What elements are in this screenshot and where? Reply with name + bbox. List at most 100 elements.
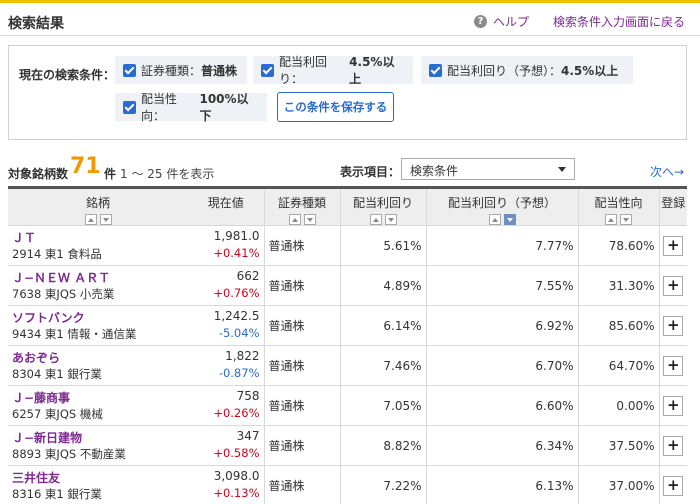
col-header-type: 証券種類 <box>263 186 340 226</box>
stock-cell: Ｊ−藤商事 6257 東JQS 機械 <box>8 385 188 426</box>
price-cell: 1,981.0 +0.41% <box>188 225 264 266</box>
add-to-portfolio-button[interactable]: + <box>663 315 684 336</box>
next-page-link[interactable]: 次へ→ <box>650 163 684 180</box>
checkbox-checked-icon[interactable] <box>123 100 136 114</box>
result-range: 1 ～ 25 件を表示 <box>120 167 215 181</box>
dropdown-arrow-icon <box>558 167 566 172</box>
payout-ratio-cell: 0.00% <box>577 385 659 426</box>
table-row: Ｊ−新日建物 8893 東JQS 不動産業 347 +0.58% 普通株 8.82% 6.3… <box>8 425 687 466</box>
price-change: -0.87% <box>218 366 260 380</box>
condition-chip-dividend-yield-forecast[interactable]: 配当利回り（予想）： 4.5%以上 <box>421 56 633 84</box>
register-cell: + <box>658 305 687 346</box>
current-price: 1,822 <box>225 349 260 363</box>
results-summary-bar: 対象銘柄数 71 件 1 ～ 25 件を表示 表示項目： 検索条件 次へ→ <box>8 154 692 182</box>
chip-value: 普通株 <box>201 63 238 78</box>
price-cell: 1,242.5 -5.04% <box>188 305 264 346</box>
price-change: +0.13% <box>213 486 260 500</box>
conditions-label: 現在の検索条件： <box>19 68 116 82</box>
price-cell: 347 +0.58% <box>188 425 264 466</box>
checkbox-checked-icon[interactable] <box>261 63 274 77</box>
add-to-portfolio-button[interactable]: + <box>663 395 684 416</box>
dividend-yield-cell: 7.05% <box>339 385 426 426</box>
add-to-portfolio-button[interactable]: + <box>663 355 684 376</box>
add-to-portfolio-button[interactable]: + <box>663 235 684 256</box>
current-price: 3,098.0 <box>213 469 260 483</box>
add-to-portfolio-button[interactable]: + <box>663 275 684 296</box>
table-row: 三井住友 8316 東1 銀行業 3,098.0 +0.13% 普通株 7.22% 6.13… <box>8 465 687 504</box>
stock-code-market-industry: 8893 東JQS 不動産業 <box>12 447 126 461</box>
result-count-label: 対象銘柄数 <box>8 167 69 181</box>
sort-asc-button[interactable] <box>84 214 97 225</box>
security-type-cell: 普通株 <box>263 425 340 466</box>
condition-chip-dividend-yield[interactable]: 配当利回り： 4.5%以上 <box>253 55 413 86</box>
payout-ratio-cell: 85.60% <box>577 305 659 346</box>
stock-name-link[interactable]: Ｊ−ＮＥＷ ＡＲＴ <box>12 269 188 286</box>
dividend-yield-forecast-cell: 6.92% <box>425 305 578 346</box>
current-price: 347 <box>236 429 260 443</box>
register-cell: + <box>658 425 687 466</box>
price-change: +0.58% <box>213 446 260 460</box>
security-type-cell: 普通株 <box>263 305 340 346</box>
table-row: Ｊ−藤商事 6257 東JQS 機械 758 +0.26% 普通株 7.05% 6.60% 0… <box>8 385 687 426</box>
payout-ratio-cell: 37.00% <box>577 465 659 504</box>
stock-name-link[interactable]: ソフトバンク <box>12 309 188 326</box>
condition-chip-security-type[interactable]: 証券種類： 普通株 <box>115 56 247 84</box>
price-cell: 3,098.0 +0.13% <box>188 465 264 504</box>
col-header-price: 現在値 <box>188 186 264 226</box>
col-header-yield-forecast: 配当利回り（予想） <box>425 186 578 226</box>
dividend-yield-forecast-cell: 6.70% <box>425 345 578 386</box>
col-header-yield-label: 配当利回り <box>352 196 413 210</box>
help-label: ヘルプ <box>493 15 530 29</box>
current-price: 1,981.0 <box>213 229 260 243</box>
stock-cell: ＪＴ 2914 東1 食料品 <box>8 225 188 266</box>
save-conditions-button[interactable]: この条件を保存する <box>277 92 394 122</box>
payout-ratio-cell: 78.60% <box>577 225 659 266</box>
display-items-select[interactable]: 検索条件 <box>401 158 575 180</box>
payout-ratio-cell: 31.30% <box>577 265 659 306</box>
price-change: +0.76% <box>213 286 260 300</box>
col-header-name: 銘柄 <box>8 186 188 226</box>
col-header-register-label: 登録 <box>661 196 686 210</box>
sort-desc-button[interactable] <box>620 214 632 225</box>
register-cell: + <box>658 465 687 504</box>
sort-desc-button-active[interactable] <box>503 214 516 225</box>
stock-name-link[interactable]: Ｊ−新日建物 <box>12 429 188 446</box>
stock-name-link[interactable]: Ｊ−藤商事 <box>12 389 188 406</box>
sort-asc-button[interactable] <box>488 214 501 225</box>
stock-name-link[interactable]: 三井住友 <box>12 469 188 486</box>
sort-desc-button[interactable] <box>99 214 112 225</box>
back-to-search-link[interactable]: 検索条件入力画面に戻る <box>553 13 685 30</box>
condition-chip-payout-ratio[interactable]: 配当性向： 100%以下 <box>115 92 267 123</box>
add-to-portfolio-button[interactable]: + <box>663 475 684 496</box>
price-change: +0.26% <box>213 406 260 420</box>
help-link[interactable]: ? ヘルプ <box>474 13 529 30</box>
sort-asc-button[interactable] <box>605 214 617 225</box>
col-header-payout-label: 配当性向 <box>594 196 643 210</box>
security-type-cell: 普通株 <box>263 265 340 306</box>
security-type-cell: 普通株 <box>263 465 340 504</box>
checkbox-checked-icon[interactable] <box>429 63 442 77</box>
dividend-yield-cell: 6.14% <box>339 305 426 346</box>
chip-name: 証券種類： <box>141 63 202 78</box>
checkbox-checked-icon[interactable] <box>123 63 136 77</box>
dividend-yield-forecast-cell: 6.60% <box>425 385 578 426</box>
payout-ratio-cell: 37.50% <box>577 425 659 466</box>
sort-asc-button[interactable] <box>288 214 301 225</box>
register-cell: + <box>658 385 687 426</box>
dividend-yield-cell: 7.46% <box>339 345 426 386</box>
stock-code-market-industry: 6257 東JQS 機械 <box>12 407 103 421</box>
add-to-portfolio-button[interactable]: + <box>663 435 684 456</box>
sort-desc-button[interactable] <box>384 214 397 225</box>
stock-name-link[interactable]: あおぞら <box>12 349 188 366</box>
sort-desc-button[interactable] <box>303 214 316 225</box>
current-price: 758 <box>236 389 260 403</box>
dividend-yield-cell: 4.89% <box>339 265 426 306</box>
header-divider <box>0 35 700 36</box>
col-header-type-label: 証券種類 <box>277 196 326 210</box>
register-cell: + <box>658 345 687 386</box>
payout-ratio-cell: 64.70% <box>577 345 659 386</box>
stock-name-link[interactable]: ＪＴ <box>12 229 188 246</box>
search-conditions-panel: 現在の検索条件： 証券種類： 普通株 配当利回り： 4.5%以上 配当利回り（予… <box>8 45 687 140</box>
sort-asc-button[interactable] <box>369 214 382 225</box>
chip-value: 4.5%以上 <box>561 63 619 78</box>
